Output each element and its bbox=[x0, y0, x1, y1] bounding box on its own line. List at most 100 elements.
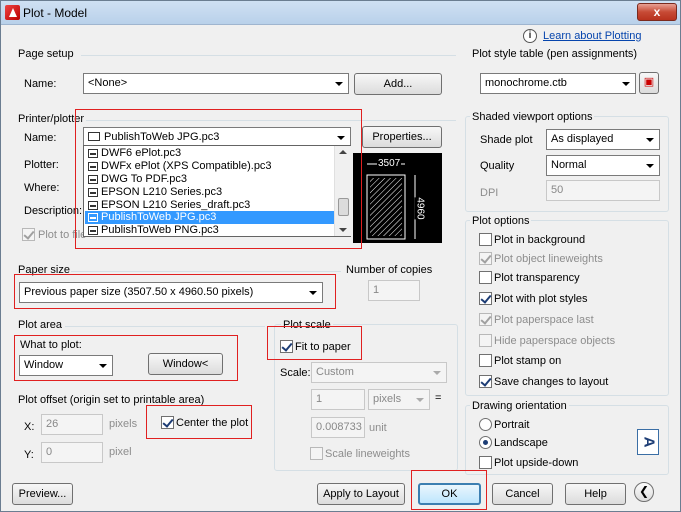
offset-y-unit: pixel bbox=[109, 446, 132, 458]
offset-x-unit: pixels bbox=[109, 418, 138, 430]
help-button[interactable]: Help bbox=[565, 483, 626, 505]
copies-heading: Number of copies bbox=[346, 264, 433, 276]
style-table-value: monochrome.ctb bbox=[485, 77, 567, 89]
chevron-down-icon bbox=[622, 82, 630, 86]
save-changes-to-layout-label: Save changes to layout bbox=[494, 376, 609, 388]
plot-object-lineweights-checkbox[interactable] bbox=[479, 252, 492, 265]
shaded-viewport-heading: Shaded viewport options bbox=[470, 111, 595, 123]
chevron-down-icon bbox=[335, 82, 343, 86]
plot-in-background-checkbox[interactable] bbox=[479, 233, 492, 246]
offset-x-label: X: bbox=[24, 421, 35, 433]
plot-object-lineweights-label: Plot object lineweights bbox=[494, 253, 603, 265]
info-icon: i bbox=[523, 29, 537, 43]
printer-name-label: Name: bbox=[24, 132, 57, 144]
scale-value: Custom bbox=[316, 366, 354, 378]
portrait-radio[interactable] bbox=[479, 418, 492, 431]
offset-y-input[interactable]: 0 bbox=[41, 442, 103, 463]
plotter-label: Plotter: bbox=[24, 159, 59, 171]
scale-equals: = bbox=[435, 392, 442, 404]
landscape-radio[interactable] bbox=[479, 436, 492, 449]
plot-transparency-label: Plot transparency bbox=[494, 272, 580, 284]
plot-options-group bbox=[465, 220, 669, 396]
plot-to-file-checkbox[interactable] bbox=[22, 228, 35, 241]
ok-highlight-box bbox=[411, 470, 487, 510]
title-bar[interactable]: Plot - Model x bbox=[1, 1, 680, 25]
save-changes-to-layout-checkbox[interactable] bbox=[479, 375, 492, 388]
chevron-down-icon bbox=[646, 164, 654, 168]
plot-options-heading: Plot options bbox=[470, 215, 532, 227]
scale-unit1-value: pixels bbox=[373, 393, 402, 405]
preview-height-value: 4960 bbox=[414, 197, 426, 220]
learn-about-plotting-link[interactable]: Learn about Plotting bbox=[543, 30, 641, 42]
plot-paperspace-last-checkbox[interactable] bbox=[479, 313, 492, 326]
shade-plot-value: As displayed bbox=[551, 133, 614, 145]
scale-value1-input[interactable]: 1 bbox=[311, 389, 365, 410]
page-setup-divider bbox=[81, 55, 456, 56]
center-plot-highlight-box bbox=[146, 405, 252, 439]
chevron-left-icon: ❮ bbox=[638, 484, 650, 498]
scale-lineweights-label: Scale lineweights bbox=[325, 448, 410, 460]
plot-with-plot-styles-label: Plot with plot styles bbox=[494, 293, 588, 305]
paper-size-highlight-box bbox=[14, 274, 336, 309]
plot-paperspace-last-label: Plot paperspace last bbox=[494, 314, 594, 326]
plot-with-plot-styles-checkbox[interactable] bbox=[479, 292, 492, 305]
plot-area-divider bbox=[65, 326, 265, 327]
printer-highlight-box bbox=[75, 109, 362, 249]
hide-paperspace-objects-label: Hide paperspace objects bbox=[494, 335, 616, 347]
copies-value: 1 bbox=[373, 284, 380, 296]
landscape-orientation-icon: A bbox=[637, 429, 659, 455]
orientation-glyph: A bbox=[640, 436, 657, 448]
plot-transparency-checkbox[interactable] bbox=[479, 271, 492, 284]
fit-to-paper-highlight-box bbox=[267, 326, 362, 360]
page-setup-name-label: Name: bbox=[24, 78, 57, 90]
plot-stamp-on-label: Plot stamp on bbox=[494, 355, 562, 367]
plot-upside-down-checkbox[interactable] bbox=[479, 456, 492, 469]
scale-combo[interactable]: Custom bbox=[311, 362, 447, 383]
apply-to-layout-button[interactable]: Apply to Layout bbox=[317, 483, 405, 505]
paper-preview: 3507 4960 bbox=[353, 153, 442, 243]
where-label: Where: bbox=[24, 182, 60, 194]
table-edit-icon: ▣ bbox=[643, 76, 655, 88]
cancel-button[interactable]: Cancel bbox=[492, 483, 553, 505]
add-page-setup-button[interactable]: Add... bbox=[354, 73, 442, 95]
style-table-combo[interactable]: monochrome.ctb bbox=[480, 73, 636, 94]
preview-button[interactable]: Preview... bbox=[12, 483, 73, 505]
page-setup-name-combo[interactable]: <None> bbox=[83, 73, 349, 94]
collapse-options-button[interactable]: ❮ bbox=[634, 482, 654, 502]
preview-width-value: 3507 bbox=[377, 158, 402, 169]
page-setup-name-value: <None> bbox=[88, 77, 128, 89]
hide-paperspace-objects-checkbox[interactable] bbox=[479, 334, 492, 347]
shade-plot-combo[interactable]: As displayed bbox=[546, 129, 660, 150]
landscape-label: Landscape bbox=[494, 437, 548, 449]
orientation-heading: Drawing orientation bbox=[470, 400, 569, 412]
dpi-input[interactable]: 50 bbox=[546, 180, 660, 201]
offset-x-input[interactable]: 26 bbox=[41, 414, 103, 435]
plot-in-background-label: Plot in background bbox=[494, 234, 586, 246]
quality-label: Quality bbox=[480, 160, 515, 172]
scale-unit2: unit bbox=[369, 422, 387, 434]
plot-area-highlight-box bbox=[14, 335, 238, 381]
chevron-down-icon bbox=[646, 138, 654, 142]
portrait-label: Portrait bbox=[494, 419, 530, 431]
plot-dialog: Plot - Model x i Learn about Plotting Pa… bbox=[0, 0, 681, 512]
offset-y-label: Y: bbox=[24, 449, 34, 461]
window-title: Plot - Model bbox=[23, 6, 88, 20]
close-button[interactable]: x bbox=[637, 3, 677, 21]
copies-spinner[interactable]: 1 bbox=[368, 280, 420, 301]
description-label: Description: bbox=[24, 205, 83, 217]
plot-stamp-on-checkbox[interactable] bbox=[479, 354, 492, 367]
paper-size-divider bbox=[71, 271, 341, 272]
plot-upside-down-label: Plot upside-down bbox=[494, 457, 579, 469]
edit-style-table-button[interactable]: ▣ bbox=[639, 72, 659, 94]
quality-combo[interactable]: Normal bbox=[546, 155, 660, 176]
properties-button[interactable]: Properties... bbox=[362, 126, 442, 148]
plot-area-heading: Plot area bbox=[18, 319, 63, 331]
dpi-label: DPI bbox=[480, 187, 499, 199]
scale-label: Scale: bbox=[280, 367, 311, 379]
scale-value2-input[interactable]: 0.008733 bbox=[311, 417, 365, 438]
style-table-heading: Plot style table (pen assignments) bbox=[472, 48, 638, 60]
scale-unit1-combo[interactable]: pixels bbox=[368, 389, 430, 410]
chevron-down-icon bbox=[416, 398, 424, 402]
scale-lineweights-checkbox[interactable] bbox=[310, 447, 323, 460]
autocad-app-icon bbox=[5, 5, 20, 20]
